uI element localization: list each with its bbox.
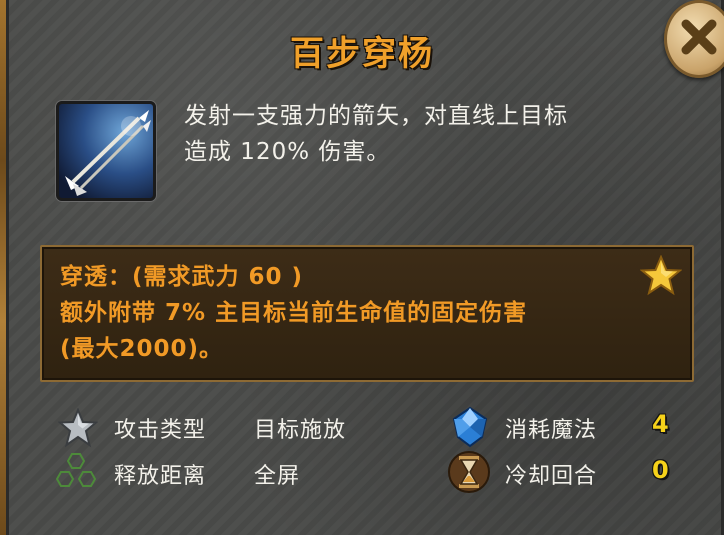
range-label: 释放距离 — [114, 464, 207, 489]
passive-effect-text: 穿透：(需求武力 60 ) 额外附带 7% 主目标当前生命值的固定伤害 (最大2… — [60, 259, 650, 367]
skill-title: 百步穿杨 — [290, 34, 434, 74]
cooldown-label: 冷却回合 — [505, 464, 598, 489]
passive-line-1: 穿透：(需求武力 60 ) — [60, 264, 304, 290]
attack-type-label: 攻击类型 — [114, 418, 207, 443]
cooldown-value: 0 — [652, 456, 669, 484]
mana-cost-value: 4 — [652, 410, 669, 438]
star-icon — [640, 255, 682, 296]
skill-description: 发射一支强力的箭矢，对直线上目标 造成 120% 伤害。 — [184, 98, 684, 170]
passive-line-2: 额外附带 7% 主目标当前生命值的固定伤害 — [60, 300, 528, 326]
mana-crystal-icon — [452, 406, 488, 448]
mana-cost-label: 消耗魔法 — [505, 418, 598, 443]
hourglass-icon — [448, 451, 490, 493]
passive-effect-box: 穿透：(需求武力 60 ) 额外附带 7% 主目标当前生命值的固定伤害 (最大2… — [40, 245, 694, 382]
close-icon — [681, 19, 717, 55]
range-hexagon-icon — [56, 453, 97, 487]
description-line-2: 造成 120% 伤害。 — [184, 139, 391, 165]
range-value: 全屏 — [254, 464, 301, 489]
description-line-1: 发射一支强力的箭矢，对直线上目标 — [184, 103, 568, 129]
passive-line-3: (最大2000)。 — [60, 336, 224, 362]
arrow-skill-icon — [56, 101, 156, 201]
silver-star-icon — [58, 408, 98, 448]
attack-type-value: 目标施放 — [254, 418, 347, 443]
